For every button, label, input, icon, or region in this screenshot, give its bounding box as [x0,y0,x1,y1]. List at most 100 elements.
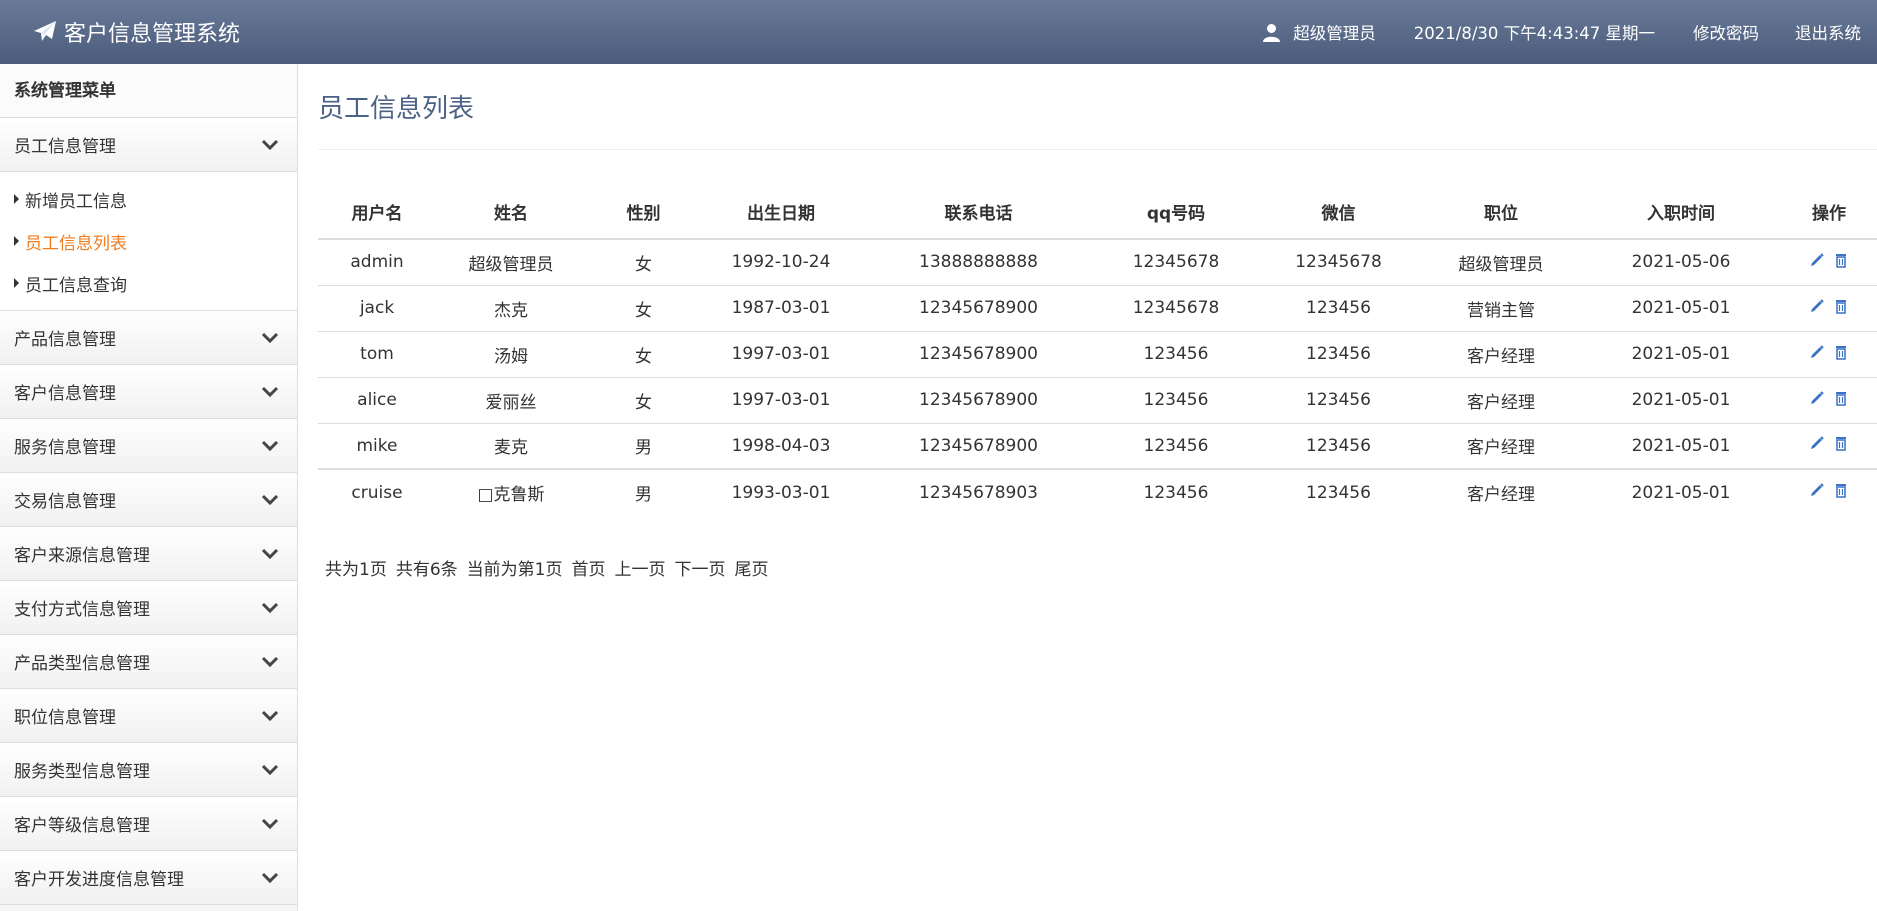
cell-gender: 男 [586,422,701,469]
cell-position: 超级管理员 [1421,238,1581,285]
menu-group-customer[interactable]: 客户信息管理 [0,365,297,419]
column-header: 职位 [1421,184,1581,240]
menu-item-employee-list[interactable]: 员工信息列表 [0,220,297,262]
cell-birthdate: 1997-03-01 [701,376,861,423]
cell-actions [1781,284,1877,331]
chevron-down-icon [261,818,279,830]
cell-gender: 女 [586,330,701,377]
menu-group-payment-method[interactable]: 支付方式信息管理 [0,581,297,635]
menu-group-label: 服务类型信息管理 [14,762,150,782]
cell-name: 超级管理员 [436,238,586,285]
delete-trash-icon[interactable] [1833,482,1849,498]
chevron-down-icon [261,332,279,344]
menu-group-label: 支付方式信息管理 [14,600,150,620]
change-password-link[interactable]: 修改密码 [1693,20,1759,44]
cell-actions [1781,468,1877,515]
menu-group-customer-source[interactable]: 客户来源信息管理 [0,527,297,581]
pager-first-link[interactable]: 首页 [571,555,605,580]
column-header: 用户名 [318,184,436,240]
chevron-down-icon [261,710,279,722]
edit-pencil-icon[interactable] [1809,252,1825,268]
delete-trash-icon[interactable] [1833,298,1849,314]
edit-pencil-icon[interactable] [1809,344,1825,360]
submenu-employee: 新增员工信息 员工信息列表 员工信息查询 [0,172,297,311]
table-row: alice 爱丽丝 女 1997-03-01 12345678900 12345… [318,376,1877,423]
edit-pencil-icon[interactable] [1809,390,1825,406]
cell-wechat: 123456 [1256,330,1421,377]
menu-group-label: 产品信息管理 [14,330,116,350]
pager-next-link[interactable]: 下一页 [674,555,725,580]
page-title: 员工信息列表 [318,94,475,124]
cell-qq: 123456 [1096,422,1256,469]
chevron-down-icon [261,656,279,668]
edit-pencil-icon[interactable] [1809,435,1825,451]
chevron-down-icon [261,548,279,560]
cell-wechat: 123456 [1256,468,1421,515]
paper-plane-icon [32,20,58,44]
main-content: 员工信息列表 用户名 姓名 性别 出生日期 联系电话 qq号码 微信 职位 入职… [318,64,1877,580]
menu-group-label: 客户等级信息管理 [14,816,150,836]
table-row: jack 杰克 女 1987-03-01 12345678900 1234567… [318,284,1877,331]
menu-item-employee-search[interactable]: 员工信息查询 [0,262,297,304]
menu-group-label: 员工信息管理 [14,137,116,157]
cell-wechat: 123456 [1256,422,1421,469]
table-header-row: 用户名 姓名 性别 出生日期 联系电话 qq号码 微信 职位 入职时间 操作 [318,184,1877,240]
menu-group-transaction[interactable]: 交易信息管理 [0,473,297,527]
cell-gender: 女 [586,238,701,285]
cell-phone: 12345678900 [861,422,1096,469]
cell-gender: 男 [586,468,701,515]
menu-group-product-type[interactable]: 产品类型信息管理 [0,635,297,689]
cell-qq: 123456 [1096,376,1256,423]
cell-qq: 123456 [1096,330,1256,377]
user-name: 超级管理员 [1293,24,1376,43]
menu-item-label: 员工信息查询 [25,275,127,296]
menu-item-label: 新增员工信息 [25,191,127,212]
column-header: 微信 [1256,184,1421,240]
cell-hire-date: 2021-05-01 [1581,284,1781,331]
menu-group-label: 客户信息管理 [14,384,116,404]
menu-group-position[interactable]: 职位信息管理 [0,689,297,743]
cell-name: 汤姆 [436,330,586,377]
cell-actions [1781,376,1877,423]
delete-trash-icon[interactable] [1833,435,1849,451]
logout-link[interactable]: 退出系统 [1795,20,1861,44]
sidebar-title: 系统管理菜单 [0,64,297,118]
menu-group-label: 服务信息管理 [14,438,116,458]
edit-pencil-icon[interactable] [1809,482,1825,498]
menu-group-label: 职位信息管理 [14,708,116,728]
pager-last-link[interactable]: 尾页 [734,555,768,580]
menu-group-product[interactable]: 产品信息管理 [0,311,297,365]
edit-pencil-icon[interactable] [1809,298,1825,314]
cell-birthdate: 1997-03-01 [701,330,861,377]
cell-phone: 12345678903 [861,468,1096,515]
cell-username: alice [318,376,436,423]
column-header: 操作 [1781,184,1877,240]
pager-prev-link[interactable]: 上一页 [614,555,665,580]
cell-name: 爱丽丝 [436,376,586,423]
menu-group-service[interactable]: 服务信息管理 [0,419,297,473]
chevron-down-icon [261,139,279,151]
table-row: tom 汤姆 女 1997-03-01 12345678900 123456 1… [318,330,1877,377]
delete-trash-icon[interactable] [1833,344,1849,360]
cell-gender: 女 [586,284,701,331]
table-row: cruise □克鲁斯 男 1993-03-01 12345678903 123… [318,468,1877,515]
delete-trash-icon[interactable] [1833,390,1849,406]
delete-trash-icon[interactable] [1833,252,1849,268]
cell-name: 杰克 [436,284,586,331]
menu-group-customer-progress[interactable]: 客户开发进度信息管理 [0,851,297,905]
menu-item-add-employee[interactable]: 新增员工信息 [0,178,297,220]
column-header: 联系电话 [861,184,1096,240]
table-row: admin 超级管理员 女 1992-10-24 13888888888 123… [318,238,1877,285]
chevron-down-icon [261,764,279,776]
menu-group-employee[interactable]: 员工信息管理 [0,118,297,172]
cell-phone: 12345678900 [861,330,1096,377]
user-icon [1262,23,1281,42]
cell-username: tom [318,330,436,377]
cell-hire-date: 2021-05-01 [1581,422,1781,469]
cell-position: 营销主管 [1421,284,1581,331]
cell-phone: 13888888888 [861,238,1096,285]
menu-group-service-type[interactable]: 服务类型信息管理 [0,743,297,797]
caret-right-icon [14,278,19,288]
cell-hire-date: 2021-05-06 [1581,238,1781,285]
menu-group-customer-level[interactable]: 客户等级信息管理 [0,797,297,851]
